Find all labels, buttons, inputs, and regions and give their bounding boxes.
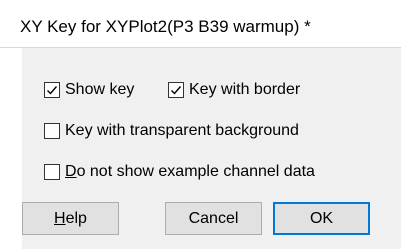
transparent-background-checkbox[interactable]: Key with transparent background	[44, 122, 299, 140]
checkbox-box[interactable]	[44, 164, 60, 180]
mnemonic-letter: D	[65, 163, 77, 180]
show-key-label: Show key	[65, 81, 135, 98]
label-text: o not show example channel data	[76, 163, 315, 180]
help-button[interactable]: Help	[22, 202, 119, 235]
checkmark-icon	[171, 86, 182, 95]
checkbox-box[interactable]	[168, 82, 184, 98]
mnemonic-letter: H	[54, 209, 66, 227]
dialog-client-area: Show key Key with border Key with transp…	[22, 48, 401, 249]
checkbox-box[interactable]	[44, 82, 60, 98]
help-label: elp	[65, 209, 87, 227]
xy-key-dialog: XY Key for XYPlot2(P3 B39 warmup) * Show…	[0, 6, 401, 249]
key-with-border-label: Key with border	[189, 81, 301, 98]
hide-example-data-label: Do not show example channel data	[65, 163, 315, 181]
transparent-background-label: Key with transparent background	[65, 122, 299, 139]
cancel-button[interactable]: Cancel	[165, 202, 262, 235]
ok-label: OK	[309, 209, 334, 227]
dialog-titlebar[interactable]: XY Key for XYPlot2(P3 B39 warmup) *	[0, 6, 401, 48]
dialog-title: XY Key for XYPlot2(P3 B39 warmup) *	[20, 17, 311, 36]
ok-button[interactable]: OK	[273, 202, 370, 235]
show-key-checkbox[interactable]: Show key	[44, 81, 134, 99]
hide-example-data-checkbox[interactable]: Do not show example channel data	[44, 163, 315, 181]
checkmark-icon	[47, 86, 58, 95]
cancel-label: Cancel	[188, 209, 239, 227]
key-with-border-checkbox[interactable]: Key with border	[168, 81, 300, 99]
checkbox-box[interactable]	[44, 123, 60, 139]
